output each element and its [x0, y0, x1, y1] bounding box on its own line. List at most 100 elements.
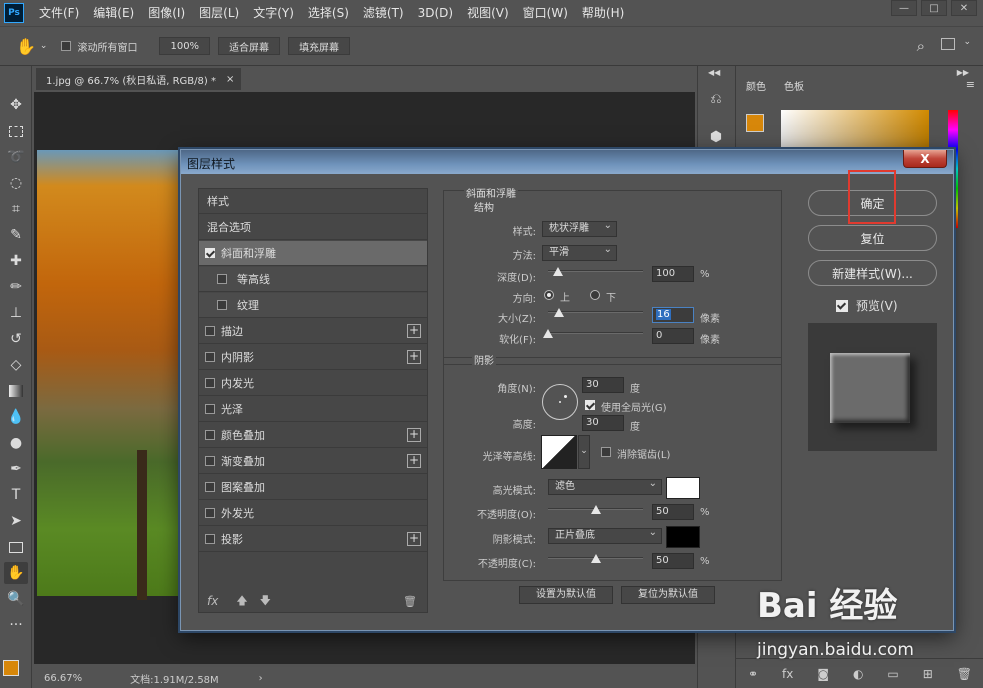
- tab-color[interactable]: 颜色: [746, 78, 766, 93]
- depth-slider-thumb[interactable]: [552, 267, 563, 276]
- direction-up-radio[interactable]: [544, 290, 554, 300]
- style-checkbox[interactable]: [205, 352, 215, 362]
- fx-icon[interactable]: fx: [207, 594, 218, 608]
- crop-tool-icon[interactable]: ⌗: [4, 198, 28, 220]
- technique-select[interactable]: 平滑: [542, 243, 617, 261]
- menu-item[interactable]: 文件(F): [32, 0, 86, 26]
- history-brush-tool-icon[interactable]: ↺: [4, 328, 28, 350]
- minimize-button[interactable]: —: [891, 0, 917, 16]
- style-checkbox[interactable]: [217, 274, 227, 284]
- menu-item[interactable]: 选择(S): [301, 0, 356, 26]
- angle-dial[interactable]: [542, 384, 578, 420]
- shadow-color-swatch[interactable]: [666, 526, 700, 548]
- style-row[interactable]: 投影 +: [199, 527, 427, 552]
- menu-item[interactable]: 滤镜(T): [356, 0, 411, 26]
- move-tool-icon[interactable]: ✥: [4, 94, 28, 116]
- menu-item[interactable]: 帮助(H): [575, 0, 631, 26]
- menu-item[interactable]: 窗口(W): [516, 0, 575, 26]
- maximize-button[interactable]: □: [921, 0, 947, 16]
- style-row[interactable]: 描边 +: [199, 319, 427, 344]
- style-row[interactable]: 图案叠加: [199, 475, 427, 500]
- style-row[interactable]: 内阴影 +: [199, 345, 427, 370]
- add-style-icon[interactable]: +: [407, 324, 421, 338]
- zoom-tool-icon[interactable]: 🔍: [4, 588, 28, 610]
- zoom-status[interactable]: 66.67%: [44, 673, 82, 684]
- style-checkbox[interactable]: [205, 404, 215, 414]
- menu-item[interactable]: 编辑(E): [86, 0, 141, 26]
- close-window-button[interactable]: ✕: [951, 0, 977, 16]
- direction-down-radio[interactable]: [590, 290, 600, 300]
- style-row[interactable]: 颜色叠加 +: [199, 423, 427, 448]
- hand-tool-icon[interactable]: ✋: [4, 562, 28, 584]
- move-up-icon[interactable]: 🡅: [236, 592, 247, 611]
- document-tab[interactable]: 1.jpg @ 66.7% (秋日私语, RGB/8) * ×: [36, 68, 241, 90]
- shadow-opacity-input[interactable]: 50: [652, 553, 694, 569]
- status-chevron-icon[interactable]: ›: [259, 673, 263, 684]
- brush-tool-icon[interactable]: ✏: [4, 276, 28, 298]
- altitude-input[interactable]: 30: [582, 415, 624, 431]
- style-checkbox[interactable]: [205, 508, 215, 518]
- add-style-icon[interactable]: +: [407, 454, 421, 468]
- preview-checkbox[interactable]: [836, 299, 848, 312]
- blend-options-row[interactable]: 混合选项: [199, 215, 427, 240]
- make-default-button[interactable]: 设置为默认值: [519, 586, 613, 604]
- menu-item[interactable]: 文字(Y): [246, 0, 301, 26]
- workspace-chevron-icon[interactable]: ⌄: [963, 37, 971, 47]
- rectangle-tool-icon[interactable]: [4, 536, 28, 558]
- style-checkbox[interactable]: [205, 248, 215, 258]
- tab-swatches[interactable]: 色板: [784, 78, 804, 93]
- styles-header[interactable]: 样式: [199, 189, 427, 214]
- style-checkbox[interactable]: [205, 456, 215, 466]
- style-row[interactable]: 等高线: [199, 267, 427, 292]
- new-style-button[interactable]: 新建样式(W)...: [808, 260, 937, 286]
- shadow-mode-select[interactable]: 正片叠底: [548, 526, 662, 544]
- global-light-checkbox[interactable]: [585, 400, 595, 410]
- menu-item[interactable]: 图像(I): [141, 0, 192, 26]
- style-row[interactable]: 外发光: [199, 501, 427, 526]
- collapse-arrows-icon[interactable]: ▶▶: [957, 68, 969, 77]
- soften-slider-thumb[interactable]: [543, 329, 553, 338]
- style-checkbox[interactable]: [205, 534, 215, 544]
- shadow-opacity-thumb[interactable]: [590, 554, 601, 563]
- scroll-all-windows-option[interactable]: 滚动所有窗口: [61, 39, 137, 54]
- style-checkbox[interactable]: [205, 378, 215, 388]
- style-select[interactable]: 枕状浮雕: [542, 219, 617, 237]
- gradient-tool-icon[interactable]: [4, 380, 28, 402]
- delete-style-icon[interactable]: 🗑: [403, 595, 417, 608]
- quick-select-tool-icon[interactable]: ◌: [4, 172, 28, 194]
- foreground-color-swatch[interactable]: [3, 660, 19, 676]
- fill-screen-button[interactable]: 填充屏幕: [288, 37, 351, 55]
- angle-input[interactable]: 30: [582, 377, 624, 393]
- healing-brush-tool-icon[interactable]: ✚: [4, 250, 28, 272]
- scroll-all-checkbox[interactable]: [61, 41, 72, 51]
- tool-preset-chevron-icon[interactable]: ⌄: [40, 41, 48, 51]
- tab-close-icon[interactable]: ×: [226, 74, 234, 85]
- highlight-color-swatch[interactable]: [666, 477, 700, 499]
- path-select-tool-icon[interactable]: ➤: [4, 510, 28, 532]
- dodge-tool-icon[interactable]: ●: [4, 432, 28, 454]
- gloss-contour-dropdown[interactable]: ⌄: [578, 435, 590, 469]
- soften-slider[interactable]: [548, 332, 643, 334]
- anti-alias-checkbox[interactable]: [601, 447, 611, 457]
- style-row[interactable]: 光泽: [199, 397, 427, 422]
- add-style-icon[interactable]: +: [407, 532, 421, 546]
- style-row[interactable]: 斜面和浮雕: [199, 241, 427, 266]
- highlight-mode-select[interactable]: 滤色: [548, 477, 662, 495]
- eraser-tool-icon[interactable]: ◇: [4, 354, 28, 376]
- style-row[interactable]: 渐变叠加 +: [199, 449, 427, 474]
- zoom-100-button[interactable]: 100%: [159, 37, 211, 55]
- size-slider-thumb[interactable]: [554, 308, 565, 317]
- add-style-icon[interactable]: +: [407, 428, 421, 442]
- move-down-icon[interactable]: 🡇: [260, 592, 271, 611]
- style-checkbox[interactable]: [205, 482, 215, 492]
- search-icon[interactable]: ⌕: [917, 37, 925, 55]
- depth-input[interactable]: 100: [652, 266, 694, 282]
- lasso-tool-icon[interactable]: ➰: [4, 146, 28, 168]
- style-checkbox[interactable]: [205, 430, 215, 440]
- add-style-icon[interactable]: +: [407, 350, 421, 364]
- eyedropper-tool-icon[interactable]: ✎: [4, 224, 28, 246]
- panel-menu-icon[interactable]: ≡: [966, 78, 975, 91]
- dialog-titlebar[interactable]: 图层样式 X: [181, 150, 953, 174]
- reset-default-button[interactable]: 复位为默认值: [621, 586, 715, 604]
- size-input[interactable]: 16: [652, 307, 694, 323]
